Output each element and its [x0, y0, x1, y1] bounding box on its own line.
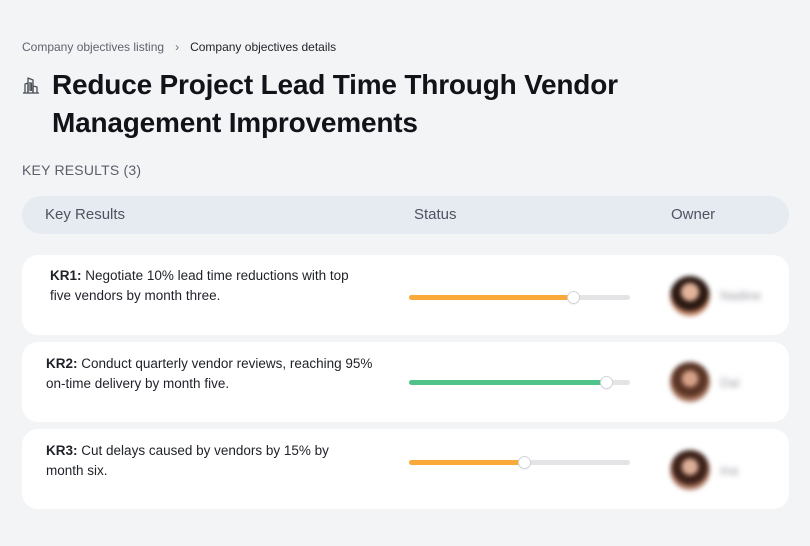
key-result-text: KR3: Cut delays caused by vendors by 15%… [46, 441, 356, 481]
key-result-progress-bar [409, 292, 630, 303]
column-header-owner: Owner [671, 206, 716, 223]
owner-avatar [670, 362, 710, 402]
page-title: Reduce Project Lead Time Through Vendor … [52, 69, 618, 138]
progress-fill [409, 295, 573, 300]
owner-name: Nadine [720, 288, 762, 303]
key-result-code: KR2: [46, 356, 78, 371]
owner-name: Dai [720, 375, 740, 390]
objective-header: Reduce Project Lead Time Through Vendor … [22, 66, 662, 142]
owner-avatar [670, 276, 710, 316]
breadcrumb-separator-icon: › [175, 40, 180, 54]
progress-fill [409, 460, 524, 465]
building-icon [23, 77, 39, 94]
progress-fill [409, 380, 606, 385]
column-header-key-results: Key Results [45, 206, 126, 223]
breadcrumb-current: Company objectives details [190, 40, 337, 54]
progress-knob [567, 292, 579, 303]
column-header-status: Status [414, 206, 457, 223]
breadcrumb: Company objectives listing › Company obj… [22, 40, 336, 54]
progress-knob [518, 457, 530, 468]
owner-avatar [670, 450, 710, 490]
key-result-progress-bar [409, 377, 630, 388]
key-result-code: KR3: [46, 443, 78, 458]
key-result-row[interactable]: KR1: Negotiate 10% lead time reductions … [22, 255, 789, 335]
key-result-progress-bar [409, 457, 630, 468]
key-results-table-header: Key Results Status Owner [22, 196, 789, 234]
owner-name: Ina [720, 463, 739, 478]
key-result-row[interactable]: KR2: Conduct quarterly vendor reviews, r… [22, 342, 789, 422]
key-results-section-label: KEY RESULTS (3) [22, 162, 142, 178]
key-result-description: Cut delays caused by vendors by 15% by m… [46, 443, 329, 478]
key-result-description: Conduct quarterly vendor reviews, reachi… [46, 356, 373, 391]
key-result-code: KR1: [50, 268, 82, 283]
key-result-row[interactable]: KR3: Cut delays caused by vendors by 15%… [22, 429, 789, 509]
key-result-text: KR1: Negotiate 10% lead time reductions … [50, 266, 370, 306]
progress-knob [600, 377, 612, 388]
breadcrumb-parent-link[interactable]: Company objectives listing [22, 40, 164, 54]
key-result-text: KR2: Conduct quarterly vendor reviews, r… [46, 354, 376, 394]
key-result-description: Negotiate 10% lead time reductions with … [50, 268, 349, 303]
